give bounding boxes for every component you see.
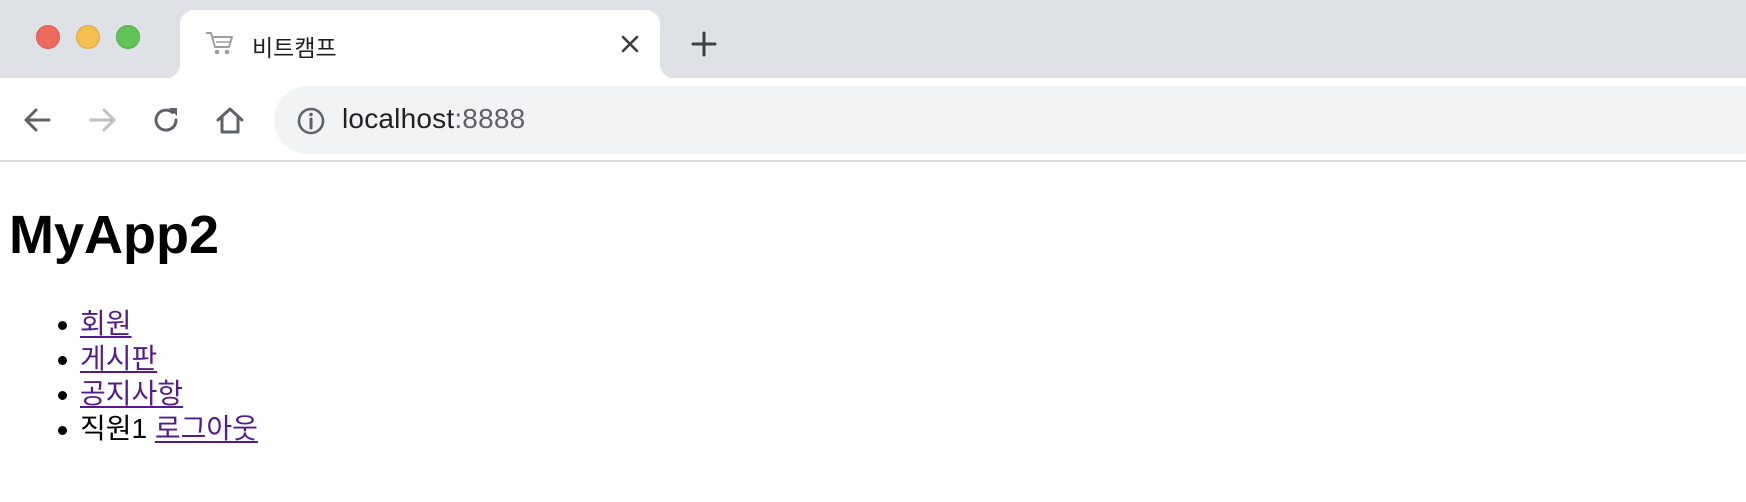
logout-link[interactable]: 로그아웃 bbox=[155, 413, 258, 444]
board-link[interactable]: 게시판 bbox=[80, 343, 157, 374]
reload-icon[interactable] bbox=[150, 104, 182, 136]
main-menu: 회원 게시판 공지사항 직원1 로그아웃 bbox=[58, 306, 258, 446]
close-icon[interactable] bbox=[618, 32, 642, 56]
forward-arrow-icon[interactable] bbox=[86, 104, 118, 136]
tab-strip: 비트캠프 bbox=[0, 0, 1746, 78]
home-icon[interactable] bbox=[214, 104, 246, 136]
browser-toolbar: localhost:8888 bbox=[0, 78, 1746, 162]
notice-link[interactable]: 공지사항 bbox=[80, 378, 183, 409]
member-link[interactable]: 회원 bbox=[80, 308, 132, 339]
address-bar[interactable]: localhost:8888 bbox=[274, 86, 1746, 154]
user-name: 직원1 bbox=[80, 413, 148, 444]
new-tab-icon[interactable] bbox=[690, 30, 718, 58]
window-minimize-button[interactable] bbox=[76, 25, 100, 49]
cart-icon bbox=[206, 32, 233, 55]
url-host: localhost bbox=[342, 103, 455, 134]
window-close-button[interactable] bbox=[36, 25, 60, 49]
list-item: 직원1 로그아웃 bbox=[58, 411, 258, 446]
window-maximize-button[interactable] bbox=[116, 25, 140, 49]
list-item: 공지사항 bbox=[58, 376, 258, 411]
list-item: 회원 bbox=[58, 306, 258, 341]
page-content: MyApp2 회원 게시판 공지사항 직원1 로그아웃 bbox=[0, 164, 1746, 502]
back-arrow-icon[interactable] bbox=[22, 104, 54, 136]
page-title: MyApp2 bbox=[9, 205, 220, 265]
list-item: 게시판 bbox=[58, 341, 258, 376]
info-icon[interactable] bbox=[296, 106, 326, 136]
browser-tab[interactable]: 비트캠프 bbox=[166, 10, 674, 78]
url-port: :8888 bbox=[454, 103, 526, 134]
tab-title: 비트캠프 bbox=[252, 35, 337, 61]
url-text[interactable]: localhost:8888 bbox=[342, 103, 525, 135]
